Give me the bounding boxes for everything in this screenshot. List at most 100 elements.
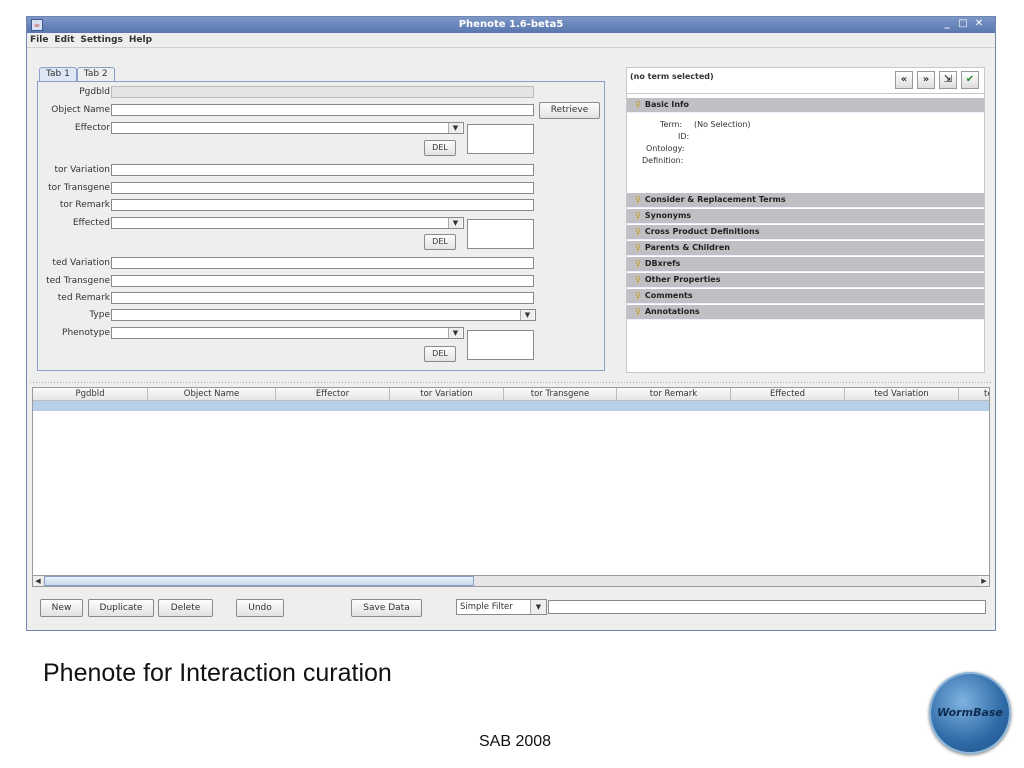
phenotype-del-button[interactable]: DEL (424, 346, 456, 362)
phenotype-label: Phenotype (62, 328, 110, 338)
logo-text: WormBase (937, 706, 1003, 719)
chevron-down-icon[interactable]: ▼ (530, 600, 546, 614)
effected-list[interactable] (467, 219, 534, 249)
other-properties-section[interactable]: ♀ Other Properties (627, 273, 984, 288)
id-label: ID: (678, 132, 690, 141)
tab-strip: Tab 1 Tab 2 (39, 67, 115, 81)
effector-select[interactable]: ▼ (111, 122, 464, 134)
scroll-right-icon[interactable]: ▶ (979, 576, 989, 586)
split-divider[interactable] (29, 381, 993, 385)
phenotype-list[interactable] (467, 330, 534, 360)
object-name-field[interactable] (111, 104, 534, 116)
tor-variation-field[interactable] (111, 164, 534, 176)
effected-select[interactable]: ▼ (111, 217, 464, 229)
slide-caption: Phenote for Interaction curation (43, 659, 392, 687)
horizontal-scrollbar[interactable]: ◀ ▶ (32, 575, 990, 587)
window-title: Phenote 1.6-beta5 (458, 19, 564, 30)
filter-input[interactable] (548, 600, 986, 614)
column-header[interactable]: Effected (731, 388, 845, 401)
ted-transgene-field[interactable] (111, 275, 534, 287)
dbxrefs-section[interactable]: ♀ DBxrefs (627, 257, 984, 272)
back-icon[interactable]: « (895, 71, 913, 89)
chevron-down-icon[interactable]: ▼ (448, 328, 462, 338)
column-header[interactable]: tor Remark (617, 388, 731, 401)
pin-icon: ♀ (635, 275, 641, 284)
section-label: Synonyms (644, 211, 692, 220)
section-label: Parents & Children (644, 243, 730, 252)
chevron-down-icon[interactable]: ▼ (448, 218, 462, 228)
menu-edit[interactable]: Edit (51, 33, 77, 47)
ted-remark-field[interactable] (111, 292, 534, 304)
scroll-thumb[interactable] (44, 576, 474, 586)
annotations-section[interactable]: ♀ Annotations (627, 305, 984, 320)
pin-icon: ♀ (635, 195, 641, 204)
minimize-icon[interactable]: _ (940, 18, 954, 31)
object-name-label: Object Name (51, 105, 110, 115)
menu-bar: File Edit Settings Help (27, 33, 995, 48)
scroll-left-icon[interactable]: ◀ (33, 576, 43, 586)
column-header[interactable]: Pgdbld (33, 388, 148, 401)
ted-variation-field[interactable] (111, 257, 534, 269)
effected-label: Effected (72, 218, 110, 228)
cross-product-section[interactable]: ♀ Cross Product Definitions (627, 225, 984, 240)
new-button[interactable]: New (40, 599, 83, 617)
type-label: Type (89, 310, 110, 320)
filter-select[interactable]: Simple Filter ▼ (456, 599, 547, 615)
column-header[interactable]: tor Variation (390, 388, 504, 401)
use-term-icon[interactable]: ⇲ (939, 71, 957, 89)
duplicate-button[interactable]: Duplicate (88, 599, 154, 617)
tab-2[interactable]: Tab 2 (76, 67, 115, 81)
chevron-down-icon[interactable]: ▼ (448, 123, 462, 133)
column-header[interactable]: Effector (276, 388, 390, 401)
column-header[interactable]: ted Variation (845, 388, 959, 401)
column-header[interactable]: tor Transgene (504, 388, 617, 401)
pin-icon: ♀ (635, 307, 641, 316)
section-label: Comments (644, 291, 693, 300)
pin-icon: ♀ (635, 211, 641, 220)
chevron-down-icon[interactable]: ▼ (520, 310, 534, 320)
tor-variation-label: tor Variation (54, 165, 110, 175)
pin-icon: ♀ (635, 243, 641, 252)
menu-help[interactable]: Help (126, 33, 155, 47)
basic-info-section[interactable]: ♀ Basic Info (627, 98, 984, 113)
table-row[interactable] (33, 401, 989, 411)
type-select[interactable]: ▼ (111, 309, 536, 321)
comments-section[interactable]: ♀ Comments (627, 289, 984, 304)
ontology-label: Ontology: (646, 144, 685, 153)
pin-icon: ♀ (635, 259, 641, 268)
tor-transgene-label: tor Transgene (48, 183, 110, 193)
commit-check-icon[interactable]: ✔ (961, 71, 979, 89)
close-icon[interactable]: ✕ (972, 18, 986, 31)
ted-variation-label: ted Variation (52, 258, 110, 268)
synonyms-section[interactable]: ♀ Synonyms (627, 209, 984, 224)
retrieve-button[interactable]: Retrieve (539, 102, 600, 119)
tor-transgene-field[interactable] (111, 182, 534, 194)
menu-settings[interactable]: Settings (77, 33, 125, 47)
undo-button[interactable]: Undo (236, 599, 284, 617)
section-label: DBxrefs (644, 259, 681, 268)
tor-remark-field[interactable] (111, 199, 534, 211)
phenotype-select[interactable]: ▼ (111, 327, 464, 339)
save-data-button[interactable]: Save Data (351, 599, 422, 617)
term-value: (No Selection) (694, 120, 751, 129)
tor-remark-label: tor Remark (59, 200, 110, 210)
wormbase-logo: WormBase (929, 672, 1011, 754)
definition-label: Definition: (642, 156, 684, 165)
effected-del-button[interactable]: DEL (424, 234, 456, 250)
forward-icon[interactable]: » (917, 71, 935, 89)
term-info-panel: (no term selected) « » ⇲ ✔ ♀ Basic Info T… (626, 67, 985, 373)
ted-remark-label: ted Remark (57, 293, 110, 303)
effector-label: Effector (74, 123, 110, 133)
consider-replacement-section[interactable]: ♀ Consider & Replacement Terms (627, 193, 984, 208)
column-header[interactable]: te (959, 388, 989, 401)
column-header[interactable]: Object Name (148, 388, 276, 401)
menu-file[interactable]: File (27, 33, 51, 47)
delete-button[interactable]: Delete (158, 599, 213, 617)
annotation-table[interactable]: Pgdbld Object Name Effector tor Variatio… (32, 387, 990, 587)
effector-del-button[interactable]: DEL (424, 140, 456, 156)
maximize-icon[interactable]: □ (956, 18, 970, 31)
effector-list[interactable] (467, 124, 534, 154)
pin-icon: ♀ (635, 291, 641, 300)
parents-children-section[interactable]: ♀ Parents & Children (627, 241, 984, 256)
tab-1[interactable]: Tab 1 (39, 67, 77, 81)
